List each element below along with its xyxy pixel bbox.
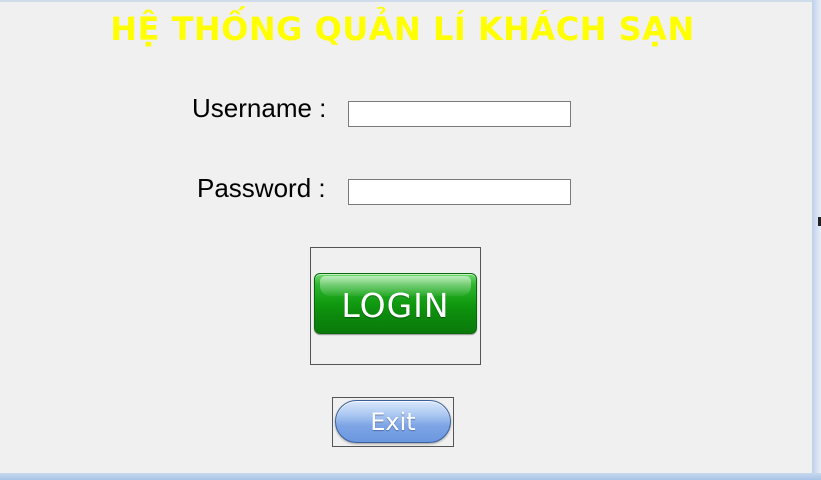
- login-button-label: LOGIN: [341, 286, 450, 325]
- exit-button[interactable]: Exit: [332, 397, 454, 447]
- login-form-panel: HỆ THỐNG QUẢN LÍ KHÁCH SẠN Username : Pa…: [0, 2, 812, 473]
- username-label: Username :: [192, 93, 327, 123]
- password-input[interactable]: [348, 179, 571, 205]
- username-input[interactable]: [348, 101, 571, 127]
- app-title: HỆ THỐNG QUẢN LÍ KHÁCH SẠN: [110, 10, 695, 48]
- password-label: Password :: [197, 173, 326, 203]
- window-frame-right: [812, 0, 821, 480]
- login-button[interactable]: LOGIN: [310, 247, 481, 365]
- login-button-face[interactable]: LOGIN: [314, 273, 477, 334]
- window-frame-bottom: [0, 473, 821, 480]
- exit-button-label: Exit: [370, 408, 416, 436]
- exit-button-face[interactable]: Exit: [335, 400, 451, 443]
